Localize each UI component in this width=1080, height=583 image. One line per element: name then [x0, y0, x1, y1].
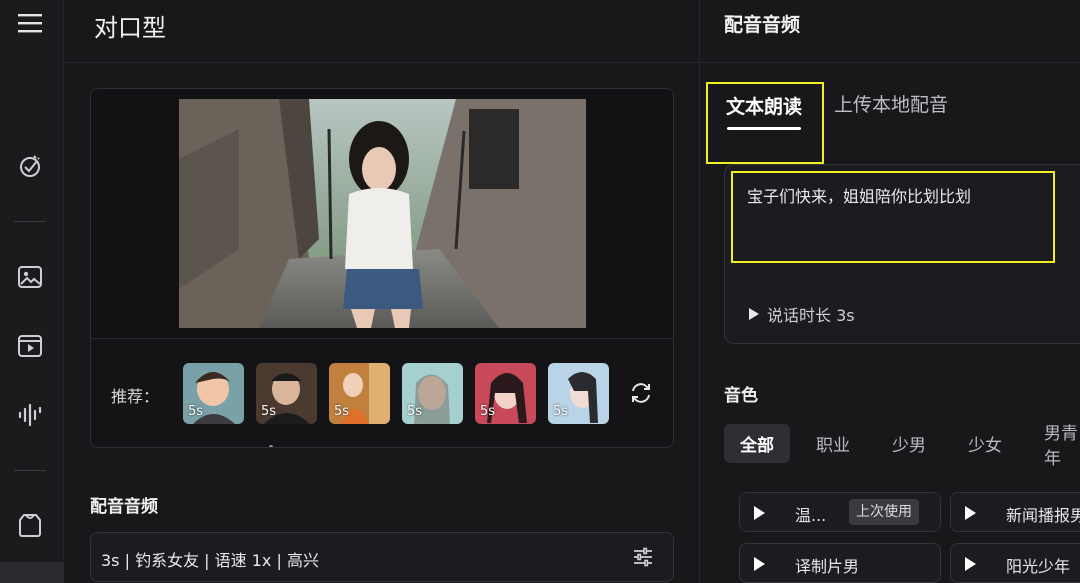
avatar-shirt-icon[interactable]	[14, 509, 46, 541]
recommend-thumbnail[interactable]: 5s	[329, 363, 390, 424]
recommend-thumbnail[interactable]: 5s	[256, 363, 317, 424]
speak-duration-preview[interactable]: 说话时长 3s	[749, 302, 855, 326]
voice-item[interactable]: 新闻播报男	[950, 492, 1080, 532]
recommend-thumbnail[interactable]: 5s	[183, 363, 244, 424]
script-text: 宝子们快来，姐姐陪你比划比划	[747, 187, 972, 206]
image-icon[interactable]	[14, 261, 46, 293]
recommend-thumbnail[interactable]: 5s	[402, 363, 463, 424]
tab-upload-local-audio[interactable]: 上传本地配音	[834, 90, 948, 117]
video-icon[interactable]	[14, 330, 46, 362]
category-girl[interactable]: 少女	[954, 424, 1016, 463]
left-rail	[0, 0, 64, 583]
timbre-label: 音色	[724, 386, 758, 406]
preview-card: 推荐： 5s 5s 5s 5s 5s 5s	[90, 88, 674, 448]
page-title: 对口型	[94, 14, 166, 42]
rail-divider	[14, 221, 46, 222]
refresh-icon[interactable]	[627, 379, 655, 407]
audio-summary-bar[interactable]: 3s | 钓系女友 | 语速 1x | 高兴	[90, 532, 674, 582]
voice-name: 新闻播报男	[1006, 506, 1080, 525]
tab-text-reading-label: 文本朗读	[726, 96, 803, 118]
category-young-male[interactable]: 男青年	[1030, 424, 1080, 469]
category-profession[interactable]: 职业	[802, 424, 864, 463]
audio-wave-icon[interactable]	[14, 399, 46, 431]
play-icon	[749, 308, 759, 320]
scroll-indicator	[269, 445, 273, 447]
category-boy[interactable]: 少男	[878, 424, 940, 463]
script-text-card: 宝子们快来，姐姐陪你比划比划 说话时长 3s	[724, 164, 1080, 344]
preview-image	[179, 99, 586, 328]
script-text-area[interactable]: 宝子们快来，姐姐陪你比划比划	[731, 171, 1055, 263]
recommend-thumbnail[interactable]: 5s	[475, 363, 536, 424]
rail-bottom-item[interactable]	[0, 562, 64, 583]
rail-divider	[14, 470, 46, 471]
preview-area	[91, 89, 673, 339]
voice-name: 温...	[795, 506, 827, 525]
menu-icon[interactable]	[14, 7, 46, 39]
play-icon[interactable]	[965, 557, 976, 571]
category-all[interactable]: 全部	[724, 424, 790, 463]
lipsync-panel: 对口型 推荐： 5s 5s 5s 5s 5s 5s 配音音频 3s | 钓系女友…	[64, 0, 700, 583]
voice-name: 阳光少年	[1006, 557, 1071, 576]
play-icon[interactable]	[965, 506, 976, 520]
lipsync-icon[interactable]	[14, 150, 46, 182]
header-divider	[64, 62, 700, 63]
voice-name: 译制片男	[795, 557, 860, 576]
play-icon[interactable]	[754, 557, 765, 571]
sliders-settings-icon[interactable]	[631, 545, 655, 569]
header-divider	[700, 62, 1080, 63]
tab-text-reading[interactable]: 文本朗读	[706, 82, 824, 164]
audio-section-label: 配音音频	[90, 497, 158, 517]
recommend-thumbnail[interactable]: 5s	[548, 363, 609, 424]
voice-item[interactable]: 译制片男	[739, 543, 941, 583]
voice-item[interactable]: 阳光少年	[950, 543, 1080, 583]
audio-summary-text: 3s | 钓系女友 | 语速 1x | 高兴	[101, 551, 319, 570]
recommend-label: 推荐：	[111, 387, 160, 406]
play-icon[interactable]	[754, 506, 765, 520]
speak-duration-text: 说话时长 3s	[767, 306, 855, 325]
dubbing-title: 配音音频	[724, 14, 801, 36]
last-used-badge: 上次使用	[849, 499, 919, 525]
voice-item[interactable]: 温... 上次使用	[739, 492, 941, 532]
dubbing-panel: 配音音频 文本朗读 上传本地配音 宝子们快来，姐姐陪你比划比划 说话时长 3s …	[700, 0, 1080, 583]
active-tab-underline	[727, 127, 801, 130]
